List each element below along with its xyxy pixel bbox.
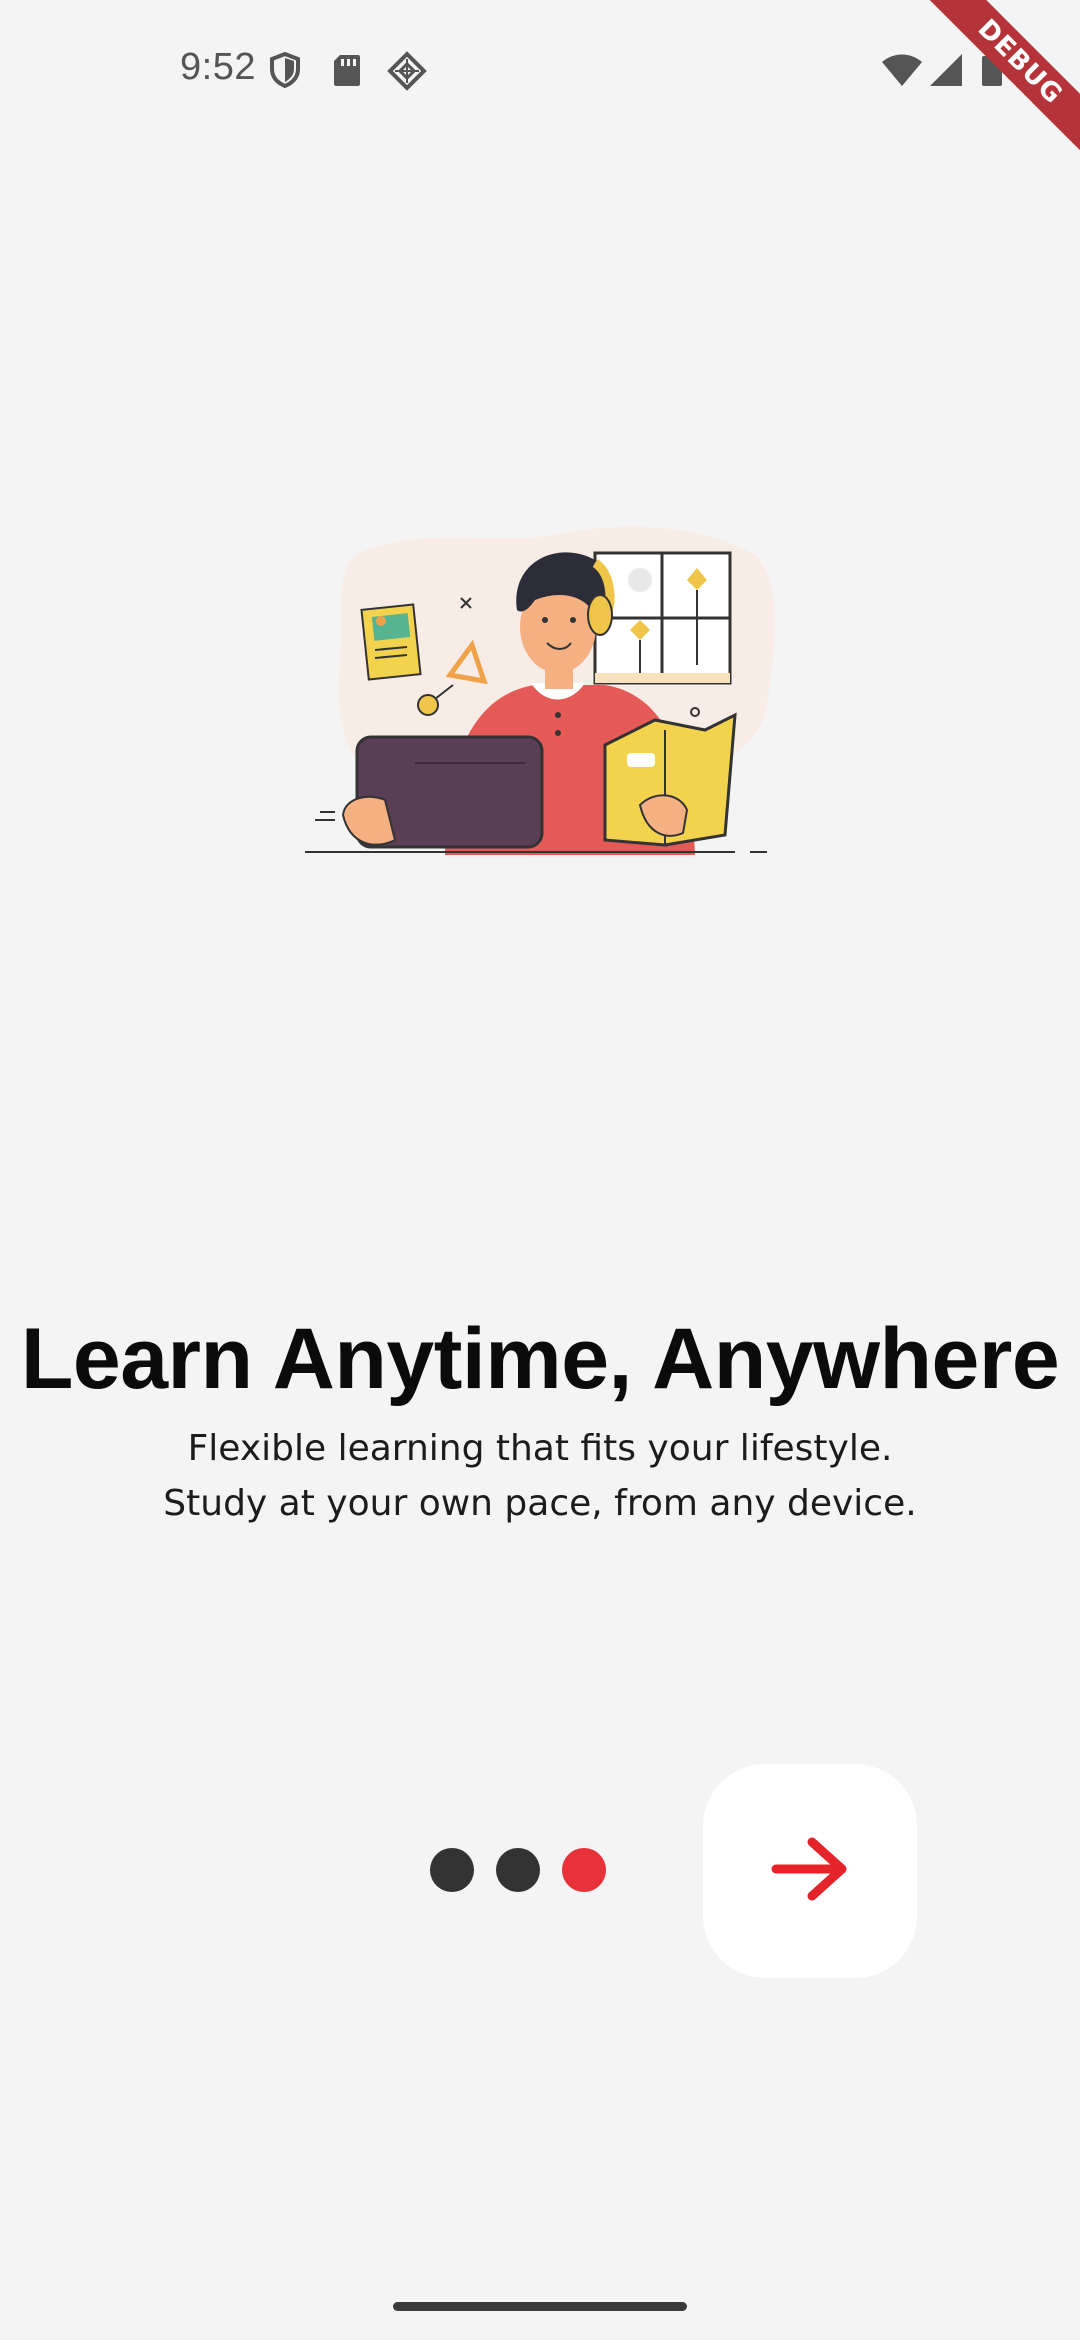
app-notification-icon [386, 50, 427, 91]
status-bar: 9:52 [0, 0, 1080, 140]
shield-icon [265, 50, 305, 90]
wifi-icon [880, 52, 924, 92]
page-dot-3-active[interactable] [562, 1848, 606, 1892]
onboarding-screen: 9:52 DEBUG Learn Anytime, Anywhere Flexi… [0, 0, 1080, 2340]
debug-banner-label: DEBUG [920, 0, 1080, 160]
arrow-right-icon [770, 1834, 850, 1909]
status-time: 9:52 [180, 46, 256, 88]
onboarding-subtitle-line-1: Flexible learning that fits your lifesty… [187, 1428, 893, 1469]
debug-banner: DEBUG [920, 0, 1080, 160]
next-button[interactable] [703, 1764, 917, 1978]
page-dot-1[interactable] [430, 1848, 474, 1892]
sd-card-icon [327, 50, 367, 90]
home-indicator[interactable] [393, 2302, 687, 2311]
page-dot-2[interactable] [496, 1848, 540, 1892]
onboarding-subtitle-line-2: Study at your own pace, from any device. [163, 1483, 917, 1524]
onboarding-illustration [295, 515, 785, 865]
onboarding-title: Learn Anytime, Anywhere [20, 1311, 1060, 1407]
